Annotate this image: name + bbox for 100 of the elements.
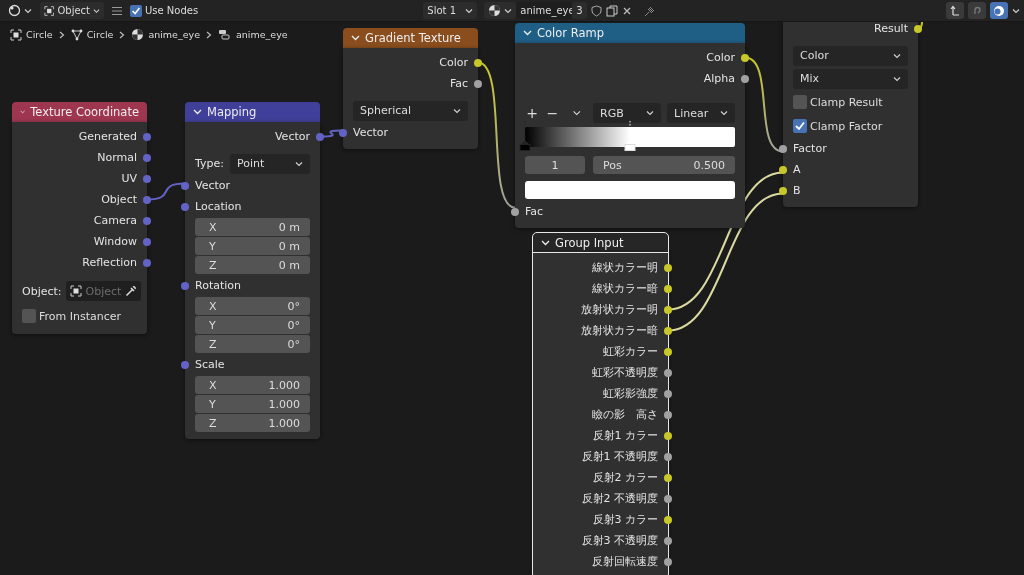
mode-dropdown[interactable]: Object: [40, 2, 104, 19]
overlay-icon: [993, 4, 1005, 17]
breadcrumb[interactable]: Circle: [26, 29, 53, 40]
number-field[interactable]: Y 0°: [195, 316, 310, 334]
checkbox-box[interactable]: [130, 4, 142, 17]
socket-label: 虹彩影強度: [603, 386, 658, 401]
socket-label: Result: [874, 22, 908, 35]
caret-icon[interactable]: [571, 109, 581, 117]
material-browse-button[interactable]: [484, 2, 517, 19]
dropdown[interactable]: Color: [793, 45, 908, 66]
output-socket[interactable]: [741, 53, 749, 62]
socket-label: 反射1 不透明度: [581, 449, 658, 464]
dropdown[interactable]: Mix: [793, 68, 908, 89]
socket-label: Object: [101, 193, 137, 206]
caret-icon: [465, 7, 474, 14]
parent-button[interactable]: [946, 2, 964, 19]
number-field[interactable]: Y 0 m: [195, 237, 310, 255]
caret-icon: [1012, 7, 1020, 14]
output-socket[interactable]: [914, 24, 922, 33]
number-field[interactable]: X 0 m: [195, 218, 310, 236]
input-socket[interactable]: [779, 186, 787, 195]
field-label: Type:: [195, 157, 224, 170]
color-ramp[interactable]: [525, 127, 735, 147]
output-socket[interactable]: [664, 389, 672, 398]
socket-label: 反射2 不透明度: [581, 491, 658, 506]
color-stop-handle[interactable]: [519, 121, 531, 151]
number-field[interactable]: Z 0 m: [195, 256, 310, 274]
collapse-icon[interactable]: [193, 109, 202, 115]
dropdown[interactable]: Point: [230, 153, 310, 174]
color-swatch[interactable]: [525, 181, 735, 199]
input-socket[interactable]: [339, 128, 347, 137]
input-socket[interactable]: [779, 144, 787, 153]
pin-icon[interactable]: [643, 4, 656, 17]
overlay-button[interactable]: [990, 2, 1008, 19]
socket-label: 放射状カラー暗: [581, 323, 658, 338]
number-field[interactable]: X 1.000: [195, 376, 310, 394]
input-socket[interactable]: [181, 202, 189, 211]
output-socket[interactable]: [664, 368, 672, 377]
add-button[interactable]: +: [525, 105, 540, 121]
number-field[interactable]: 1: [525, 156, 585, 174]
collapse-icon[interactable]: [523, 30, 532, 36]
dropdown[interactable]: Linear: [667, 103, 735, 123]
output-socket[interactable]: [741, 74, 749, 83]
output-socket[interactable]: [664, 410, 672, 419]
caret-icon: [295, 160, 303, 167]
collapse-icon[interactable]: [541, 240, 550, 246]
collapse-icon[interactable]: [351, 35, 360, 41]
remove-button[interactable]: −: [545, 105, 560, 121]
dropdown[interactable]: RGB: [593, 103, 661, 123]
sphere-icon: [488, 4, 502, 17]
input-socket[interactable]: [181, 360, 189, 369]
output-socket[interactable]: [664, 305, 672, 314]
socket-label: A: [793, 163, 801, 176]
checkbox[interactable]: From Instancer: [22, 309, 122, 323]
checkbox-box[interactable]: [793, 95, 807, 109]
dropdown[interactable]: Spherical: [353, 100, 468, 121]
breadcrumb[interactable]: anime_eye: [148, 29, 201, 40]
number-field[interactable]: Z 0°: [195, 335, 310, 353]
checkbox[interactable]: Clamp Result: [793, 95, 883, 109]
number-field[interactable]: Z 1.000: [195, 414, 310, 432]
output-socket[interactable]: [664, 263, 672, 272]
output-socket[interactable]: [474, 58, 482, 67]
shield-icon[interactable]: [590, 4, 602, 17]
slot-dropdown[interactable]: Slot 1: [423, 2, 478, 19]
output-socket[interactable]: [664, 452, 672, 461]
material-name-field[interactable]: anime_eye: [516, 2, 573, 19]
output-socket[interactable]: [664, 431, 672, 440]
output-socket[interactable]: [664, 494, 672, 503]
output-socket[interactable]: [664, 473, 672, 482]
output-socket[interactable]: [474, 79, 482, 88]
breadcrumb[interactable]: Circle: [86, 29, 114, 40]
socket-label: Fac: [449, 77, 468, 90]
menu-icon[interactable]: [111, 5, 123, 16]
number-field[interactable]: Pos 0.500: [593, 156, 735, 174]
input-socket[interactable]: [181, 281, 189, 290]
color-stop-handle[interactable]: [624, 121, 636, 151]
input-socket[interactable]: [511, 207, 519, 216]
output-socket[interactable]: [664, 515, 672, 524]
user-count[interactable]: 3: [572, 2, 587, 19]
checkbox-box[interactable]: [22, 309, 36, 323]
socket-label: Rotation: [195, 279, 241, 292]
output-socket[interactable]: [664, 557, 672, 566]
input-socket[interactable]: [181, 181, 189, 190]
socket-label: 反射3 不透明度: [581, 533, 658, 548]
output-socket[interactable]: [664, 284, 672, 293]
number-field[interactable]: Y 1.000: [195, 395, 310, 413]
use-nodes-checkbox[interactable]: Use Nodes: [130, 4, 199, 17]
checkbox-box[interactable]: [793, 119, 807, 133]
breadcrumb[interactable]: anime_eye: [236, 29, 288, 40]
close-icon[interactable]: [621, 5, 632, 16]
hook-icon: [971, 5, 983, 16]
output-socket[interactable]: [664, 536, 672, 545]
socket-label: Camera: [93, 214, 137, 227]
output-socket[interactable]: [664, 347, 672, 356]
number-field[interactable]: X 0°: [195, 297, 310, 315]
copy-icon[interactable]: [605, 4, 618, 17]
input-socket[interactable]: [779, 165, 787, 174]
checkbox[interactable]: Clamp Factor: [793, 119, 883, 133]
socket-label: 反射2 カラー: [592, 470, 658, 485]
output-socket[interactable]: [664, 326, 672, 335]
